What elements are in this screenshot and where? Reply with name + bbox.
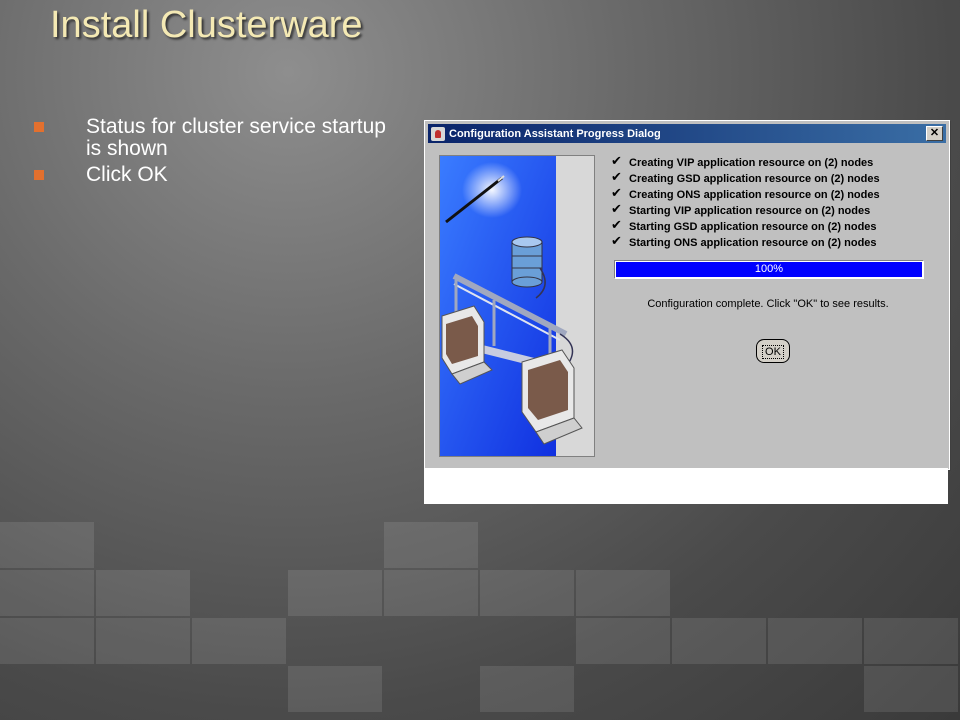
step-label: Creating ONS application resource on (2)… (629, 189, 880, 201)
dialog-title: Configuration Assistant Progress Dialog (449, 127, 661, 140)
close-button[interactable]: ✕ (926, 126, 943, 141)
bullet-item: Click OK (34, 164, 394, 186)
bullet-text: Status for cluster service startup is sh… (86, 115, 386, 160)
java-icon (431, 126, 445, 141)
checkmark-icon: ✔ (611, 170, 622, 185)
checkmark-icon: ✔ (611, 186, 622, 201)
step-item: ✔ Creating GSD application resource on (… (611, 169, 880, 185)
step-label: Creating VIP application resource on (2)… (629, 157, 874, 169)
ok-button[interactable]: OK (756, 339, 790, 363)
checkmark-icon: ✔ (611, 202, 622, 217)
slide-title: Install Clusterware (50, 4, 363, 46)
checkmark-icon: ✔ (611, 218, 622, 233)
bullet-item: Status for cluster service startup is sh… (34, 116, 394, 160)
ok-button-label: OK (762, 345, 784, 359)
step-label: Starting ONS application resource on (2)… (629, 237, 877, 249)
progress-bar: 100% (614, 260, 924, 279)
step-item: ✔ Starting VIP application resource on (… (611, 201, 880, 217)
progress-dialog: Configuration Assistant Progress Dialog … (424, 120, 950, 470)
dialog-titlebar[interactable]: Configuration Assistant Progress Dialog … (428, 124, 946, 143)
background-tiles (0, 520, 960, 720)
bullet-marker (34, 170, 44, 180)
wizard-illustration (439, 155, 595, 457)
bullet-text: Click OK (86, 163, 168, 186)
step-list: ✔ Creating VIP application resource on (… (611, 153, 880, 249)
checkmark-icon: ✔ (611, 234, 622, 249)
network-computers-illustration (440, 156, 594, 456)
progress-label: 100% (754, 263, 784, 275)
step-item: ✔ Starting GSD application resource on (… (611, 217, 880, 233)
step-label: Starting GSD application resource on (2)… (629, 221, 877, 233)
step-item: ✔ Creating VIP application resource on (… (611, 153, 880, 169)
step-label: Creating GSD application resource on (2)… (629, 173, 880, 185)
bullet-list: Status for cluster service startup is sh… (34, 116, 394, 190)
dialog-footer (424, 468, 948, 504)
step-item: ✔ Creating ONS application resource on (… (611, 185, 880, 201)
step-item: ✔ Starting ONS application resource on (… (611, 233, 880, 249)
status-message: Configuration complete. Click "OK" to se… (647, 298, 889, 310)
checkmark-icon: ✔ (611, 154, 622, 169)
bullet-marker (34, 122, 44, 132)
step-label: Starting VIP application resource on (2)… (629, 205, 871, 217)
